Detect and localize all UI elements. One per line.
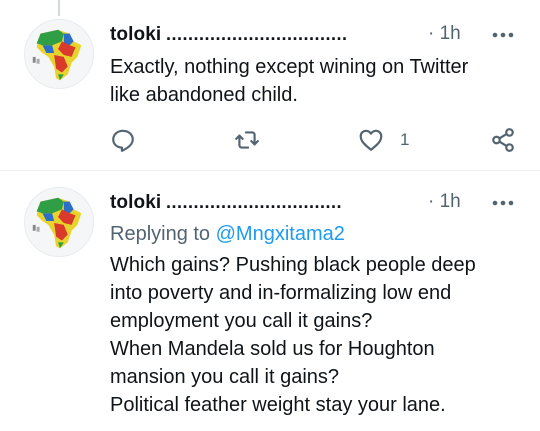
heart-icon[interactable]: [358, 127, 384, 153]
timestamp[interactable]: · 1h: [428, 23, 461, 45]
tweet-text: Exactly, nothing except wining on Twitte…: [110, 56, 469, 106]
africa-map-avatar-image: [25, 20, 93, 88]
tweet[interactable]: toloki .................................…: [0, 0, 540, 170]
display-name-truncation: .................................: [166, 24, 348, 44]
display-name-truncation: ................................: [166, 192, 343, 212]
timestamp[interactable]: · 1h: [428, 191, 461, 213]
like-count: 1: [400, 130, 410, 149]
africa-map-avatar-image: [25, 188, 93, 256]
replying-to: Replying to @Mngxitama2: [110, 223, 345, 246]
display-name[interactable]: toloki: [110, 192, 161, 214]
share-icon[interactable]: [490, 127, 516, 153]
replying-to-handle-link[interactable]: @Mngxitama2: [216, 223, 345, 245]
reply-icon[interactable]: [110, 127, 136, 153]
tweet-text: Which gains? Pushing black people deep i…: [110, 254, 476, 416]
tweet[interactable]: toloki ................................ …: [0, 171, 540, 431]
more-icon[interactable]: [491, 25, 515, 45]
avatar[interactable]: [24, 19, 94, 89]
retweet-icon[interactable]: [234, 127, 260, 153]
more-icon[interactable]: [491, 193, 515, 213]
replying-to-label: Replying to: [110, 223, 216, 245]
avatar[interactable]: [24, 187, 94, 257]
display-name[interactable]: toloki: [110, 24, 161, 46]
